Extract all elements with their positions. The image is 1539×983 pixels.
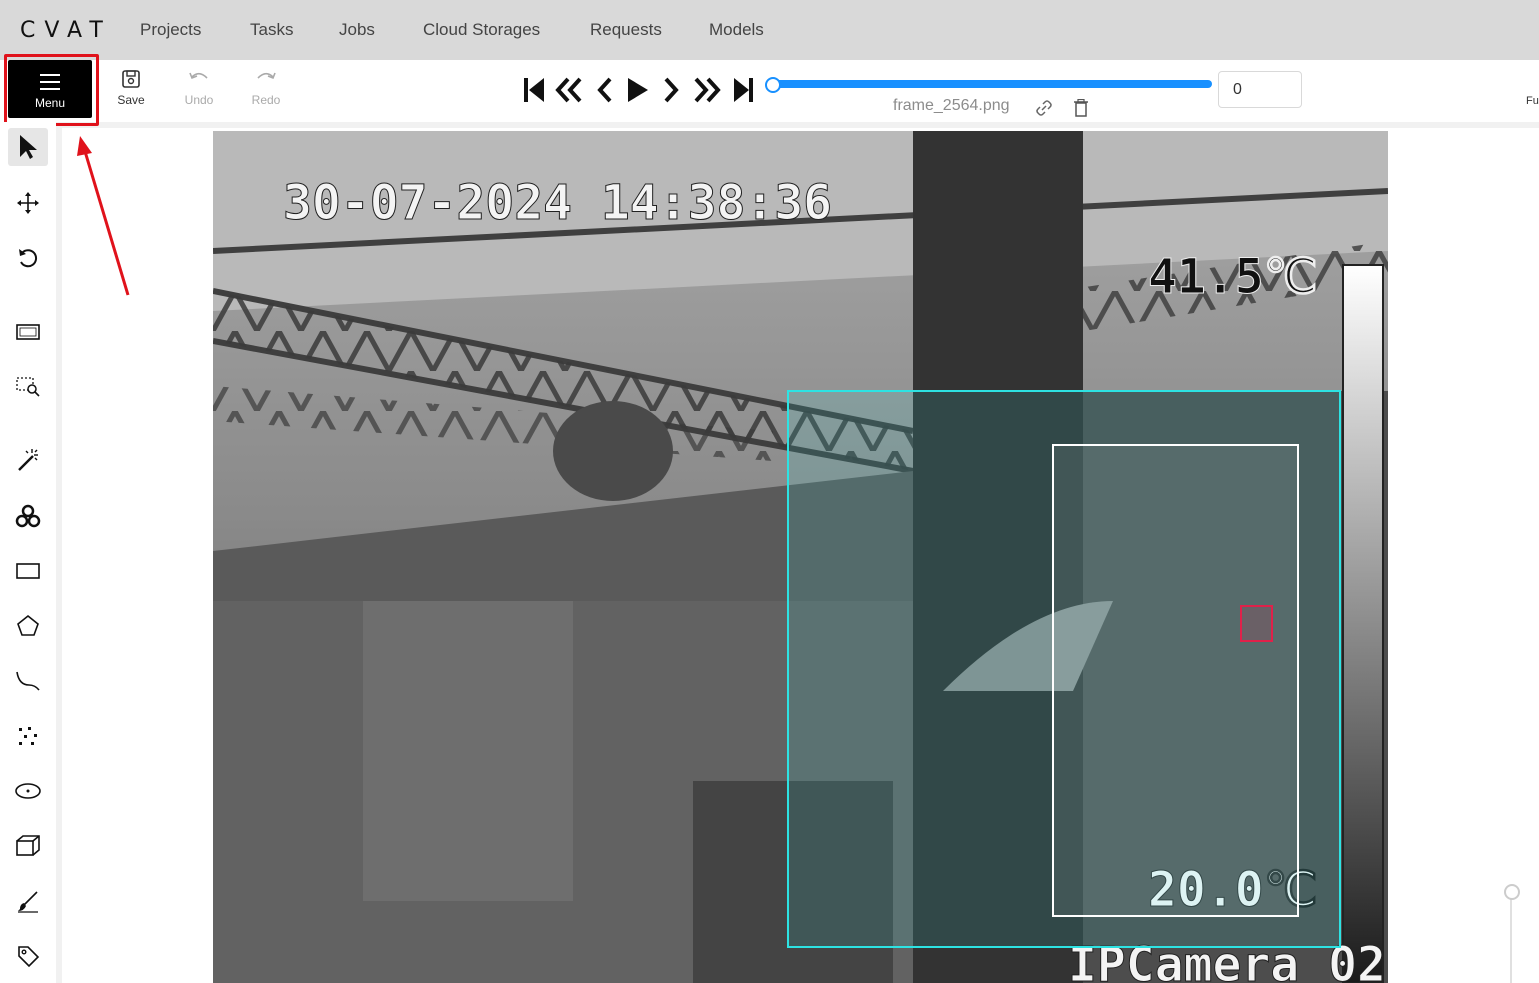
ellipse-icon [15,783,41,799]
draw-ellipse-tool[interactable] [8,772,48,810]
opacity-slider-handle[interactable] [1504,884,1520,900]
draw-points-tool[interactable] [8,717,48,755]
play-icon[interactable] [628,78,648,102]
brush-tool[interactable] [8,882,48,920]
frame-filename: frame_2564.png [893,97,1010,114]
draw-cuboid-tool[interactable] [8,827,48,865]
move-tool[interactable] [8,184,48,222]
magic-wand-icon [18,449,38,471]
top-navigation: CVAT Projects Tasks Jobs Cloud Storages … [0,0,1539,60]
redo-label: Redo [251,93,281,107]
undo-label: Undo [184,93,214,107]
nav-tasks[interactable]: Tasks [250,20,293,40]
save-button[interactable]: Save [107,68,155,114]
overlay-datetime: 30-07-2024 14:38:36 [283,175,832,231]
openvino-icon [15,504,41,528]
rotate-icon [19,249,38,268]
draw-polyline-tool[interactable] [8,662,48,700]
last-frame-icon[interactable] [734,78,753,102]
overlay-temp-max: 41.5℃ [1148,249,1318,305]
undo-icon [189,72,208,80]
red-pointer-arrow [77,136,130,296]
points-icon [19,727,37,745]
copy-link-icon[interactable] [1035,99,1053,117]
controls-sidebar [0,122,56,983]
redo-button[interactable]: Redo [242,68,290,114]
rotate-tool[interactable] [8,239,48,277]
nav-projects[interactable]: Projects [140,20,201,40]
redo-icon [257,72,276,80]
brush-icon [18,891,38,913]
setup-tag-tool[interactable] [8,937,48,975]
save-label: Save [117,93,145,107]
first-frame-icon[interactable] [524,78,544,102]
rectangle-icon [16,563,40,579]
player-controls [524,77,753,103]
nav-models[interactable]: Models [709,20,764,40]
fit-icon [16,324,40,340]
frame-slider-handle[interactable] [765,77,781,93]
ai-tools-tool[interactable] [8,442,48,480]
thermal-image: 30-07-2024 14:38:36 41.5℃ 20.0℃ IPCamera… [213,131,1388,983]
nav-cloud-storages[interactable]: Cloud Storages [423,20,540,40]
nav-requests[interactable]: Requests [590,20,662,40]
cuboid-icon [16,835,40,856]
draw-polygon-tool[interactable] [8,607,48,645]
polyline-icon [16,671,40,691]
tag-icon [18,946,40,968]
delete-frame-icon[interactable] [1073,99,1089,117]
next-icon[interactable] [664,77,679,103]
zoom-region-icon [16,377,40,397]
previous-icon[interactable] [597,77,612,103]
annotation-canvas[interactable]: 30-07-2024 14:38:36 41.5℃ 20.0℃ IPCamera… [213,131,1388,983]
frame-number-input[interactable]: 0 [1218,71,1302,108]
zoom-region-tool[interactable] [8,368,48,406]
cvat-logo[interactable]: CVAT [20,18,112,43]
annotation-box-white[interactable] [1052,444,1299,917]
undo-button[interactable]: Undo [175,68,223,114]
move-icon [17,192,39,214]
save-icon [122,70,140,88]
fast-backward-icon[interactable] [555,77,582,103]
fit-image-tool[interactable] [8,313,48,351]
openvino-tool[interactable] [8,497,48,535]
draw-rectangle-tool[interactable] [8,552,48,590]
polygon-icon [17,614,39,636]
cursor-icon [20,135,37,159]
annotation-box-red[interactable] [1240,605,1273,642]
fullscreen-label-partial[interactable]: Fu [1526,95,1539,107]
fast-forward-icon[interactable] [694,77,721,103]
frame-slider[interactable] [771,80,1212,88]
cursor-tool[interactable] [8,128,48,166]
menu-highlight-box [4,54,99,126]
nav-jobs[interactable]: Jobs [339,20,375,40]
